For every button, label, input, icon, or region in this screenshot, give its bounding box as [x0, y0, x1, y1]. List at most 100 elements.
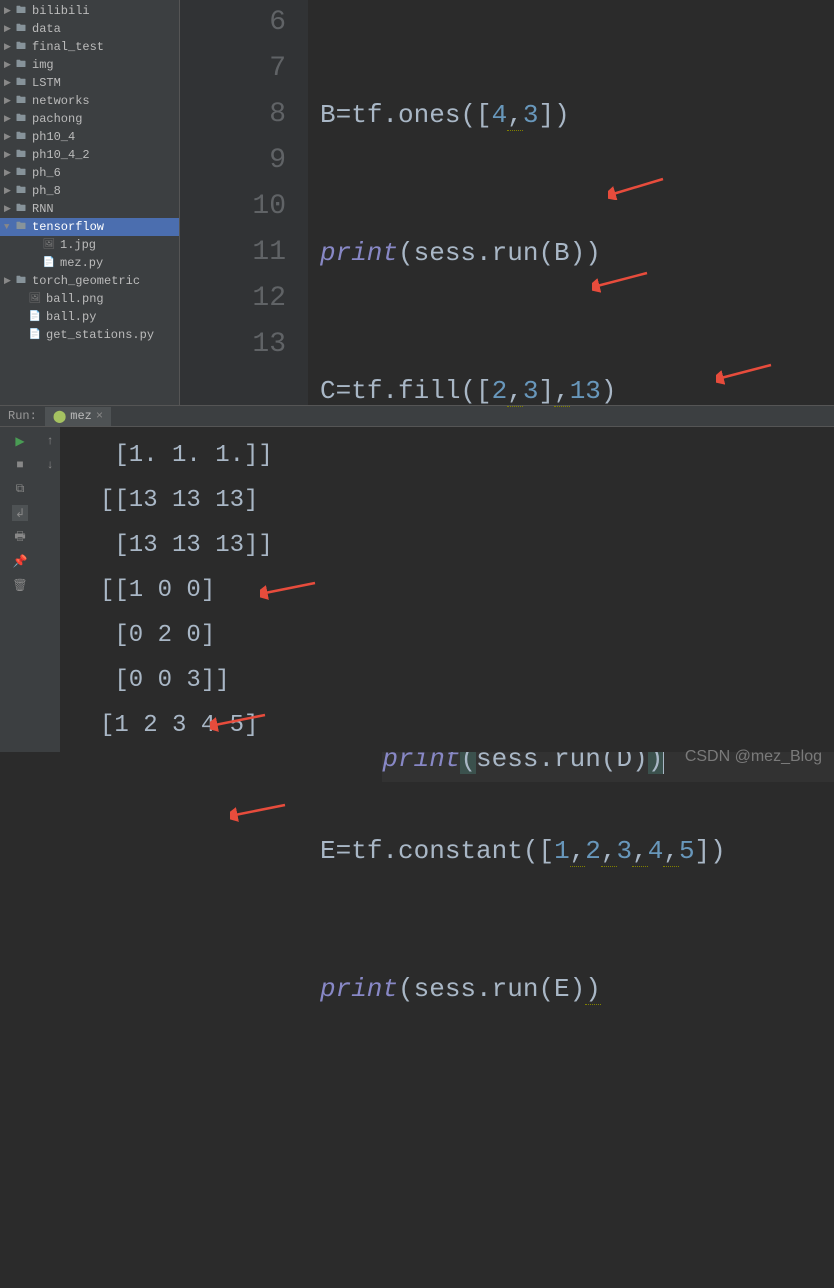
close-icon[interactable]: × [96, 409, 103, 423]
tree-item-ph10_4_2[interactable]: ▶🖿ph10_4_2 [0, 146, 179, 164]
tree-item-label: pachong [32, 112, 82, 126]
expand-arrow-icon[interactable]: ▶ [4, 186, 14, 196]
tree-item-ph10_4[interactable]: ▶🖿 ph10_4 [0, 128, 179, 146]
image-icon: 🖼 [28, 293, 42, 305]
folder-icon: 🖿 [14, 275, 28, 287]
tree-item-label: bilibili [32, 4, 90, 18]
tree-item-label: LSTM [32, 76, 61, 90]
image-icon: 🖼 [42, 239, 56, 251]
layout-icon[interactable]: ⧉ [12, 481, 28, 497]
expand-arrow-icon[interactable]: ▶ [4, 114, 14, 124]
folder-icon: 🖿 [14, 5, 28, 17]
console-line: [[1 0 0] [100, 568, 834, 613]
trash-icon[interactable]: 🗑 [12, 577, 28, 593]
tree-item-label: RNN [32, 202, 54, 216]
run-tab[interactable]: ⬤ mez × [45, 407, 111, 426]
py-icon: 📄 [28, 329, 42, 341]
line-number: 11 [180, 230, 286, 276]
expand-arrow-icon[interactable]: ▶ [4, 276, 14, 286]
console-line: [0 0 3]] [100, 658, 834, 703]
console-output[interactable]: [1. 1. 1.]][[13 13 13] [13 13 13]][[1 0 … [60, 427, 834, 752]
line-number: 6 [180, 0, 286, 46]
tree-item-ph_6[interactable]: ▶🖿 ph_6 [0, 164, 179, 182]
tree-item-networks[interactable]: ▶🖿 networks [0, 92, 179, 110]
line-number: 13 [180, 322, 286, 368]
tree-item-label: ball.py [46, 310, 96, 324]
project-tree[interactable]: ▶🖿bilibili▶🖿data▶🖿final_test▶🖿img▶🖿LSTM▶… [0, 0, 180, 405]
line-number: 9 [180, 138, 286, 184]
expand-arrow-icon[interactable]: ▶ [4, 96, 14, 106]
tree-item-tensorflow[interactable]: ▼🖿 tensorflow [0, 218, 179, 236]
python-icon: ⬤ [53, 409, 66, 424]
console-line: [1 2 3 4 5] [100, 703, 834, 748]
folder-icon: 🖿 [14, 185, 28, 197]
tree-item-ph_8[interactable]: ▶🖿 ph_8 [0, 182, 179, 200]
folder-icon: 🖿 [14, 203, 28, 215]
py-icon: 📄 [28, 311, 42, 323]
tree-item-img[interactable]: ▶🖿 img [0, 56, 179, 74]
stop-icon[interactable]: ■ [12, 457, 28, 473]
tree-item-label: ph_6 [32, 166, 61, 180]
tree-item-RNN[interactable]: ▶🖿 RNN [0, 200, 179, 218]
folder-icon: 🖿 [14, 167, 28, 179]
folder-icon: 🖿 [14, 131, 28, 143]
folder-icon: 🖿 [14, 95, 28, 107]
rerun-icon[interactable]: ▶ [12, 433, 28, 449]
tree-item-bilibili[interactable]: ▶🖿 bilibili [0, 2, 179, 20]
console-line: [13 13 13]] [100, 523, 834, 568]
expand-arrow-icon[interactable]: ▶ [4, 60, 14, 70]
expand-arrow-icon[interactable]: ▶ [4, 132, 14, 142]
folder-icon: 🖿 [14, 59, 28, 71]
up-icon[interactable]: ↑ [42, 433, 58, 449]
expand-arrow-icon[interactable]: ▶ [4, 168, 14, 178]
tree-item-label: final_test [32, 40, 104, 54]
line-number: 12 [180, 276, 286, 322]
tree-item-label: img [32, 58, 54, 72]
down-icon[interactable]: ↓ [42, 457, 58, 473]
tree-item-1-jpg[interactable]: 🖼1.jpg [0, 236, 179, 254]
py-icon: 📄 [42, 257, 56, 269]
folder-icon: 🖿 [14, 221, 28, 233]
tree-item-label: networks [32, 94, 90, 108]
tree-item-ball-png[interactable]: 🖼ball.png [0, 290, 179, 308]
print-icon[interactable]: 🖶 [12, 529, 28, 545]
line-gutter: 678910111213 [180, 0, 308, 405]
expand-arrow-icon[interactable]: ▼ [4, 222, 14, 232]
tree-item-label: ph10_4_2 [32, 148, 90, 162]
wrap-icon[interactable]: ↲ [12, 505, 28, 521]
run-panel: ▶ ■ ⧉ ↲ 🖶 📌 🗑 ↑ ↓ [1. 1. 1.]][[13 13 13]… [0, 427, 834, 752]
tree-item-label: torch_geometric [32, 274, 140, 288]
console-line: [[13 13 13] [100, 478, 834, 523]
run-toolbar: ▶ ■ ⧉ ↲ 🖶 📌 🗑 [0, 427, 40, 752]
tree-item-final_test[interactable]: ▶🖿 final_test [0, 38, 179, 56]
console-line: [1. 1. 1.]] [100, 433, 834, 478]
folder-icon: 🖿 [14, 113, 28, 125]
expand-arrow-icon[interactable]: ▶ [4, 6, 14, 16]
tree-item-get_stations-py[interactable]: 📄 get_stations.py [0, 326, 179, 344]
folder-icon: 🖿 [14, 23, 28, 35]
run-tab-label: mez [70, 409, 92, 423]
tree-item-label: get_stations.py [46, 328, 154, 342]
folder-icon: 🖿 [14, 41, 28, 53]
tree-item-mez-py[interactable]: 📄 mez.py [0, 254, 179, 272]
tree-item-label: tensorflow [32, 220, 104, 234]
tree-item-LSTM[interactable]: ▶🖿LSTM [0, 74, 179, 92]
tree-item-pachong[interactable]: ▶🖿 pachong [0, 110, 179, 128]
expand-arrow-icon[interactable]: ▶ [4, 42, 14, 52]
tree-item-data[interactable]: ▶🖿data [0, 20, 179, 38]
run-label: Run: [0, 409, 45, 423]
expand-arrow-icon[interactable]: ▶ [4, 204, 14, 214]
expand-arrow-icon[interactable]: ▶ [4, 150, 14, 160]
tree-item-label: mez.py [60, 256, 103, 270]
pin-icon[interactable]: 📌 [12, 553, 28, 569]
tree-item-label: ph_8 [32, 184, 61, 198]
tree-item-torch_geometric[interactable]: ▶🖿 torch_geometric [0, 272, 179, 290]
console-line: [0 2 0] [100, 613, 834, 658]
tree-item-label: ph10_4 [32, 130, 75, 144]
annotation-arrow [592, 176, 686, 386]
tree-item-ball-py[interactable]: 📄 ball.py [0, 308, 179, 326]
expand-arrow-icon[interactable]: ▶ [4, 78, 14, 88]
code-editor[interactable]: B=tf.ones([4,3]) print(sess.run(B)) C=tf… [308, 0, 834, 405]
watermark: CSDN @mez_Blog [685, 748, 822, 766]
expand-arrow-icon[interactable]: ▶ [4, 24, 14, 34]
